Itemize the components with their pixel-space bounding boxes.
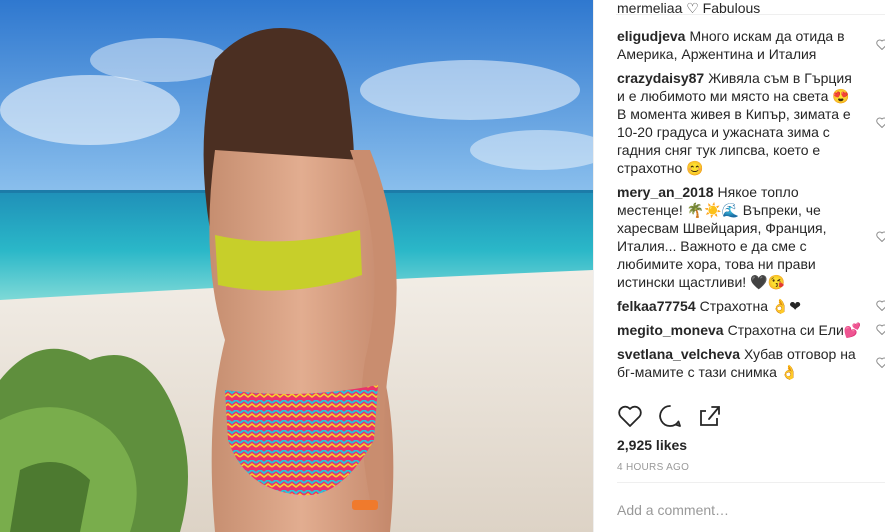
comment-icon[interactable]: [656, 402, 684, 430]
comment-username[interactable]: felkaa77754: [617, 298, 696, 314]
comment-text: Страхотна 👌❤: [699, 298, 802, 314]
comment-item: felkaa77754 Страхотна 👌❤: [617, 297, 862, 315]
likes-count[interactable]: 2,925 likes: [617, 437, 687, 453]
comment-username[interactable]: mery_an_2018: [617, 184, 714, 200]
comment-username[interactable]: megito_moneva: [617, 322, 724, 338]
post-timestamp: 4 HOURS AGO: [617, 462, 690, 473]
like-comment-heart-icon[interactable]: [876, 357, 885, 368]
comment-item: mery_an_2018 Някое топло местенце! 🌴☀️🌊 В…: [617, 183, 862, 291]
comment-item: svetlana_velcheva Хубав отговор на бг-мам…: [617, 345, 862, 381]
comment-item: eligudjeva Много искам да отида в Америка…: [617, 27, 862, 63]
share-icon[interactable]: [696, 402, 724, 430]
like-comment-heart-icon[interactable]: [876, 117, 885, 128]
comments-list: eligudjeva Много искам да отида в Америка…: [617, 27, 862, 387]
heart-icon[interactable]: [616, 402, 644, 430]
like-comment-heart-icon[interactable]: [876, 324, 885, 335]
divider: [617, 482, 885, 483]
comment-item: megito_moneva Страхотна си Ели💕: [617, 321, 862, 339]
add-comment-input[interactable]: Add a comment…: [617, 502, 729, 518]
post-photo[interactable]: [0, 0, 593, 532]
divider: [616, 14, 885, 15]
like-comment-heart-icon[interactable]: [876, 231, 885, 242]
comment-item: crazydaisy87 Живяла съм в Гърция и е люби…: [617, 69, 862, 177]
comment-username[interactable]: crazydaisy87: [617, 70, 704, 86]
comment-username[interactable]: eligudjeva: [617, 28, 685, 44]
comment-text: Страхотна си Ели💕: [727, 322, 862, 338]
post-side-panel: mermeliaa ♡ Fabulous eligudjeva Много иск…: [593, 0, 885, 532]
comment-username[interactable]: svetlana_velcheva: [617, 346, 740, 362]
beach-photo-illustration: [0, 0, 593, 532]
like-comment-heart-icon[interactable]: [876, 39, 885, 50]
like-comment-heart-icon[interactable]: [876, 300, 885, 311]
